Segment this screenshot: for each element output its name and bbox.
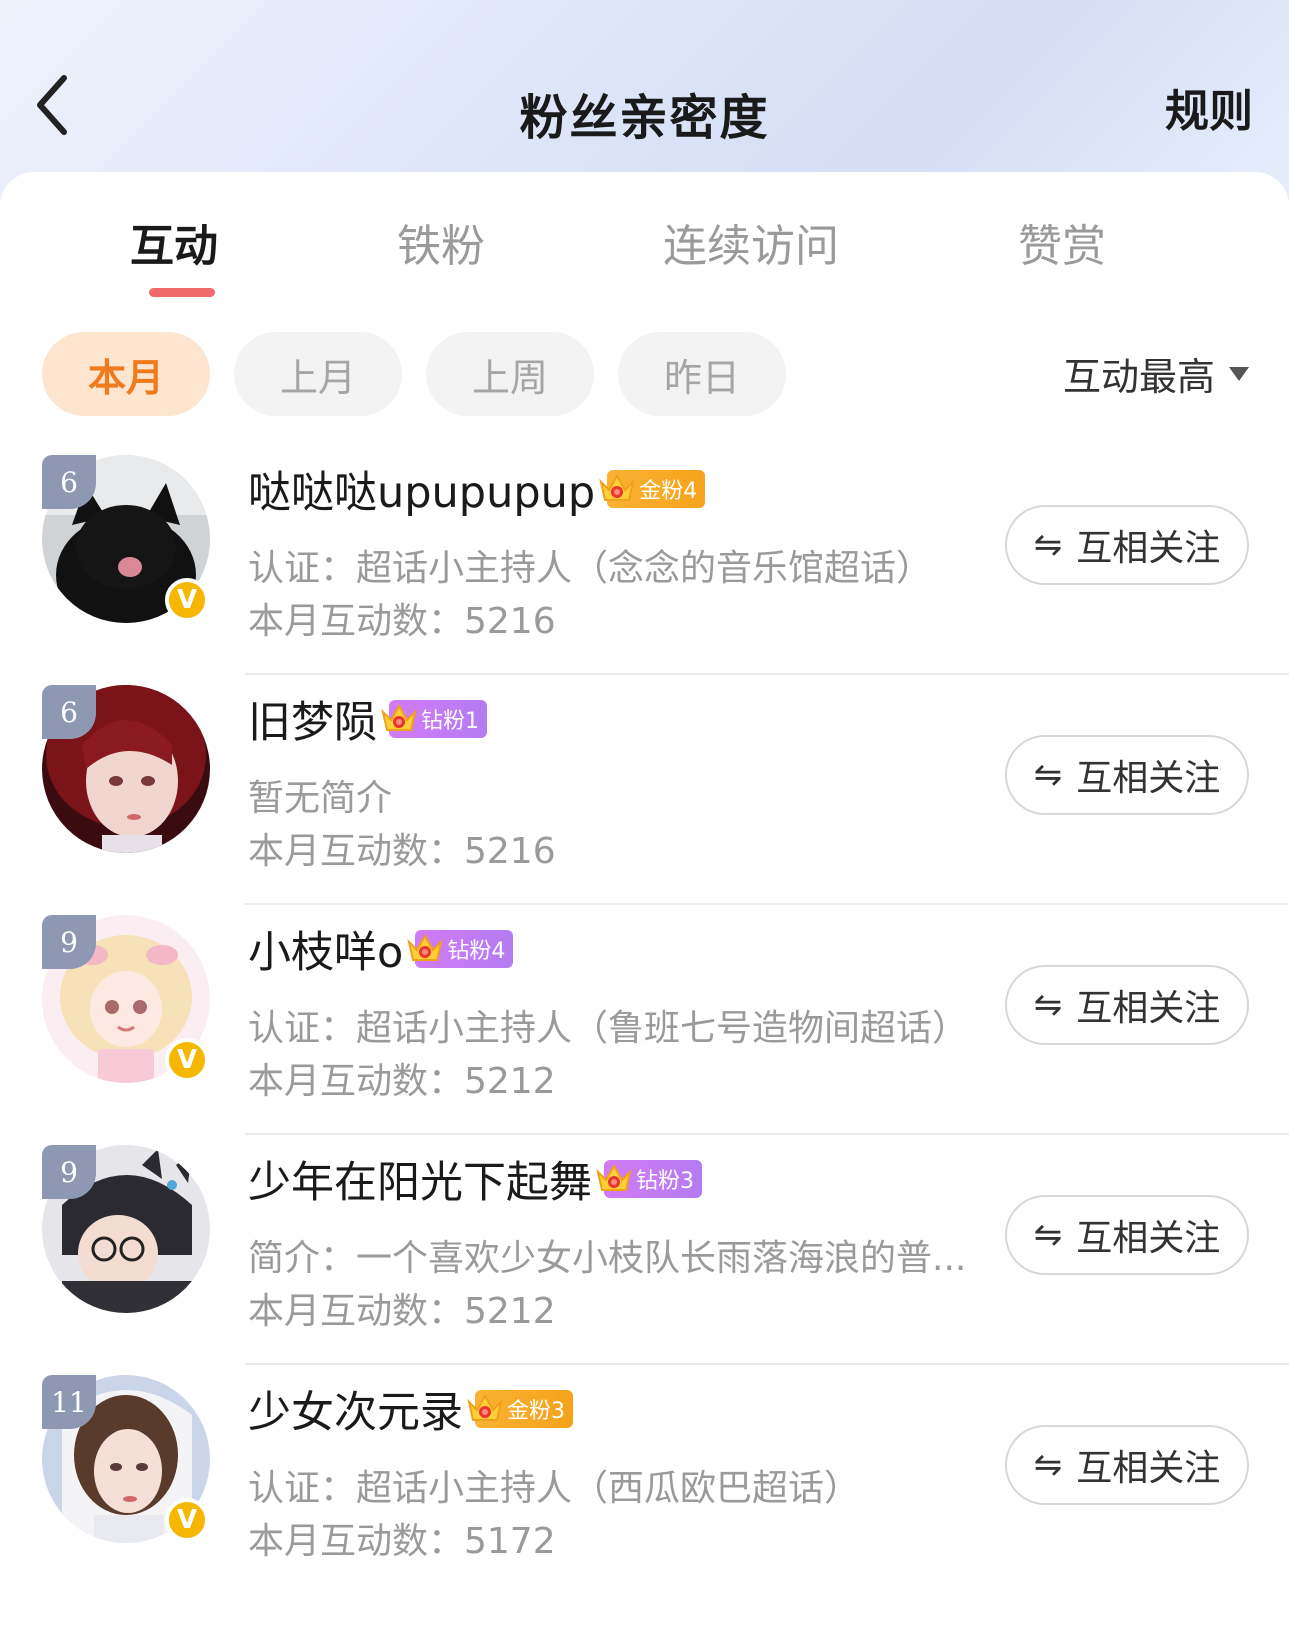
verified-v-icon: V [165, 1498, 209, 1542]
fan-level-text: 钻粉4 [447, 939, 506, 964]
mutual-follow-button[interactable]: ⇋ 互相关注 [1005, 1195, 1249, 1275]
verified-v-icon: V [165, 578, 209, 622]
interaction-count: 本月互动数：5212 [248, 1061, 556, 1102]
tab-rewards[interactable]: 赞赏 [912, 210, 1212, 274]
user-name[interactable]: 旧梦陨 [248, 688, 377, 750]
active-tab-indicator [149, 288, 215, 297]
name-line: 哒哒哒upupupup 金粉4 [248, 458, 706, 520]
level-badge: 9 [42, 1145, 96, 1199]
mutual-follow-button[interactable]: ⇋ 互相关注 [1005, 1425, 1249, 1505]
sort-label: 互动最高 [1062, 355, 1215, 399]
user-name[interactable]: 少女次元录 [248, 1378, 463, 1440]
dropdown-triangle-icon [1229, 366, 1249, 381]
interaction-count: 本月互动数：5216 [248, 601, 556, 642]
user-bio: 简介：一个喜欢少女小枝队长雨落海浪的普... [248, 1238, 967, 1279]
fan-level-text: 钻粉3 [636, 1169, 694, 1194]
tab-bar: 互动 铁粉 连续访问 赞赏 [0, 210, 1289, 290]
crown-icon [596, 1163, 632, 1191]
follow-label: 互相关注 [1076, 758, 1221, 799]
fan-list-item[interactable]: 6 旧梦陨 钻粉1 暂无简介本月互动数：5216 ⇋ 互相关注 [0, 665, 1289, 905]
user-bio: 暂无简介 [248, 778, 393, 819]
mutual-arrows-icon: ⇋ [1033, 525, 1063, 565]
name-line: 小枝咩o 钻粉4 [248, 918, 514, 980]
fan-level-badge: 金粉4 [599, 470, 706, 508]
mutual-arrows-icon: ⇋ [1033, 1215, 1063, 1255]
level-badge: 6 [42, 685, 96, 739]
filter-last-month[interactable]: 上月 [234, 332, 402, 416]
fan-level-badge: 钻粉3 [596, 1160, 702, 1198]
sort-dropdown[interactable]: 互动最高 [1063, 346, 1249, 401]
name-line: 少女次元录 金粉3 [248, 1378, 573, 1440]
interaction-count: 本月互动数：5216 [248, 831, 556, 872]
follow-label: 互相关注 [1076, 988, 1221, 1029]
tab-iron-fans[interactable]: 铁粉 [291, 210, 591, 274]
user-bio: 认证：超话小主持人（念念的音乐馆超话） [248, 548, 933, 589]
tab-interaction[interactable]: 互动 [24, 210, 324, 274]
user-name[interactable]: 少年在阳光下起舞 [248, 1148, 592, 1210]
rules-link[interactable]: 规则 [1165, 75, 1253, 139]
tab-continuous-visits[interactable]: 连续访问 [601, 210, 901, 274]
follow-label: 互相关注 [1076, 528, 1221, 569]
mutual-arrows-icon: ⇋ [1033, 1445, 1063, 1485]
level-badge: 11 [42, 1375, 96, 1429]
mutual-arrows-icon: ⇋ [1033, 755, 1063, 795]
fan-level-badge: 金粉3 [467, 1390, 573, 1428]
fan-list-item[interactable]: 9 少年在阳光下起舞 钻粉3 简介：一个喜欢少女小枝队长雨落海浪的普... 本月互动数：… [0, 1125, 1289, 1365]
user-bio: 认证：超话小主持人（西瓜欧巴超话） [248, 1468, 861, 1509]
crown-icon [381, 703, 417, 731]
header-bar: 粉丝亲密度 规则 [0, 0, 1289, 172]
filter-yesterday[interactable]: 昨日 [618, 332, 786, 416]
follow-label: 互相关注 [1076, 1448, 1221, 1489]
name-line: 旧梦陨 钻粉1 [248, 688, 487, 750]
fan-level-text: 金粉4 [639, 479, 698, 504]
fan-level-badge: 钻粉4 [407, 930, 514, 968]
fan-list-item[interactable]: 6 V 哒哒哒upupupup 金粉4 认证：超话小主持人（念念的音乐馆超话） 本月互动数… [0, 435, 1289, 675]
level-badge: 6 [42, 455, 96, 509]
crown-icon [407, 933, 444, 961]
fan-list-item[interactable]: 9 V 小枝咩o 钻粉4 认证：超话小主持人（鲁班七号造物间超话） 本月互动数：5212 ⇋… [0, 895, 1289, 1135]
mutual-follow-button[interactable]: ⇋ 互相关注 [1005, 735, 1249, 815]
interaction-count: 本月互动数：5212 [248, 1291, 556, 1332]
crown-icon [599, 473, 635, 501]
user-name[interactable]: 哒哒哒upupupup [248, 458, 595, 520]
name-line: 少年在阳光下起舞 钻粉3 [248, 1148, 702, 1210]
user-bio: 认证：超话小主持人（鲁班七号造物间超话） [248, 1008, 969, 1049]
filter-this-month[interactable]: 本月 [42, 332, 210, 416]
mutual-follow-button[interactable]: ⇋ 互相关注 [1005, 965, 1249, 1045]
crown-icon [467, 1393, 503, 1421]
fan-level-text: 钻粉1 [421, 709, 479, 734]
interaction-count: 本月互动数：5172 [248, 1521, 556, 1562]
fan-level-text: 金粉3 [507, 1399, 565, 1424]
follow-label: 互相关注 [1076, 1218, 1221, 1259]
fan-level-badge: 钻粉1 [381, 700, 487, 738]
filter-last-week[interactable]: 上周 [426, 332, 594, 416]
verified-v-icon: V [165, 1038, 209, 1082]
level-badge: 9 [42, 915, 96, 969]
fan-list-item[interactable]: 11 V 少女次元录 金粉3 认证：超话小主持人（西瓜欧巴超话） 本月互动数：5172 ⇋ 互… [0, 1355, 1289, 1595]
user-name[interactable]: 小枝咩o [248, 918, 403, 980]
mutual-arrows-icon: ⇋ [1033, 985, 1063, 1025]
page-title: 粉丝亲密度 [519, 90, 770, 146]
filter-bar: 本月 上月 上周 昨日 互动最高 [0, 332, 1289, 416]
mutual-follow-button[interactable]: ⇋ 互相关注 [1005, 505, 1249, 585]
